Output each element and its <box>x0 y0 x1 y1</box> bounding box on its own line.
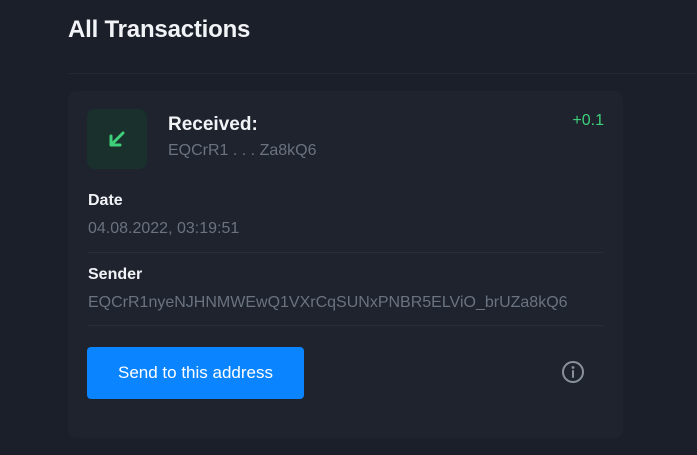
arrow-down-left-icon <box>109 131 125 147</box>
transaction-address-short: EQCrR1 . . . Za8kQ6 <box>168 142 317 159</box>
page-title: All Transactions <box>68 16 251 43</box>
transaction-type: Received: <box>168 114 258 135</box>
info-icon <box>562 361 584 383</box>
transaction-card: Received: EQCrR1 . . . Za8kQ6 +0.1 Date … <box>68 91 623 438</box>
sender-label: Sender <box>88 266 143 283</box>
date-label: Date <box>88 192 123 209</box>
field-divider <box>88 325 603 326</box>
info-button[interactable] <box>560 359 586 385</box>
transactions-page: All Transactions Received: EQCrR1 . . . … <box>0 0 697 455</box>
header-divider <box>68 73 697 74</box>
transaction-amount: +0.1 <box>572 112 604 129</box>
transaction-icon-badge <box>87 109 147 169</box>
send-to-address-button[interactable]: Send to this address <box>87 347 304 399</box>
sender-address: EQCrR1nyeNJHNMWEwQ1VXrCqSUNxPNBR5ELViO_b… <box>88 294 568 311</box>
field-divider <box>88 252 603 253</box>
date-value: 04.08.2022, 03:19:51 <box>88 220 240 237</box>
